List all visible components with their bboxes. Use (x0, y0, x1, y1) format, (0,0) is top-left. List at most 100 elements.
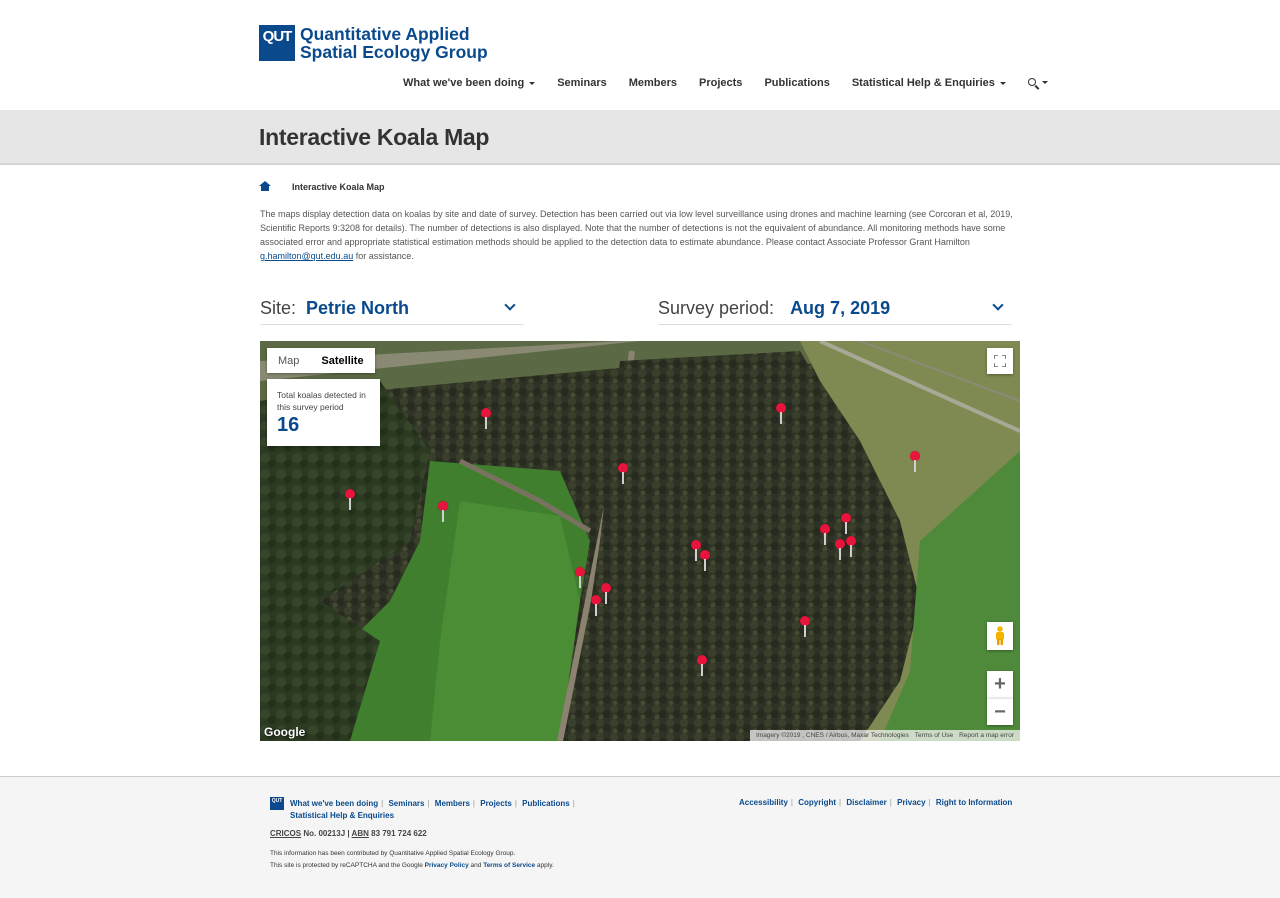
map-type-toggle: Map Satellite (267, 348, 375, 373)
koala-detection-marker[interactable] (481, 408, 491, 430)
footer-link-right-to-information[interactable]: Right to Information (936, 798, 1012, 807)
terms-of-use-link[interactable]: Terms of Use (915, 732, 953, 739)
cricos-label: CRICOS (270, 829, 302, 838)
nav-label: Projects (699, 77, 743, 89)
site-select[interactable]: Site: Petrie North (260, 293, 524, 325)
footer-nav-links: What we've been doing | Seminars | Members… (290, 799, 575, 820)
nav-label: What we've been doing (403, 77, 525, 89)
nav-label: Publications (764, 77, 830, 89)
footer-link-members[interactable]: Members (435, 799, 470, 808)
footer-legal-links: Accessibility | Copyright | Disclaimer | Pr… (739, 798, 1013, 807)
site-label: Site: (260, 298, 297, 318)
footer-link-privacy[interactable]: Privacy (897, 798, 925, 807)
koala-detection-marker[interactable] (697, 655, 707, 677)
koala-detection-marker[interactable] (910, 451, 920, 473)
abn-number: 83 791 724 622 (368, 829, 427, 838)
cricos-abn: CRICOS No. 00213J | ABN 83 791 724 622 (270, 829, 427, 838)
nav-label: Seminars (557, 77, 607, 89)
map-type-satellite-button[interactable]: Satellite (310, 348, 374, 373)
koala-detection-marker[interactable] (618, 463, 628, 485)
page-title: Interactive Koala Map (259, 124, 490, 150)
footer-link-accessibility[interactable]: Accessibility (739, 798, 788, 807)
koala-count-panel: Total koalas detected in this survey per… (267, 379, 380, 446)
site-header: QUT Quantitative Applied Spatial Ecology… (0, 0, 1280, 110)
nav-item-what-weve-been-doing[interactable]: What we've been doing (403, 77, 536, 89)
report-map-error-link[interactable]: Report a map error (959, 732, 1014, 739)
nav-item-statistical-help[interactable]: Statistical Help & Enquiries (852, 77, 1006, 89)
footer-link-what-weve-been-doing[interactable]: What we've been doing (290, 799, 378, 808)
intro-text: The maps display detection data on koala… (260, 207, 1025, 263)
survey-period-value: Aug 7, 2019 (790, 298, 891, 318)
abn-label: ABN (351, 829, 369, 838)
koala-detection-marker[interactable] (438, 501, 448, 523)
koala-map[interactable]: Map Satellite Total koalas detected in t… (260, 341, 1020, 741)
footer-recaptcha-note: This site is protected by reCAPTCHA and … (270, 862, 554, 869)
koala-detection-marker[interactable] (841, 513, 851, 535)
search-toggle[interactable] (1027, 75, 1048, 89)
site-logo[interactable]: QUT Quantitative Applied Spatial Ecology… (259, 25, 488, 61)
privacy-policy-link[interactable]: Privacy Policy (425, 862, 469, 869)
zoom-in-button[interactable]: + (987, 671, 1013, 698)
site-value: Petrie North (306, 298, 410, 318)
map-type-map-button[interactable]: Map (267, 348, 310, 373)
caret-down-icon (1041, 80, 1048, 84)
title-band: Interactive Koala Map (0, 110, 1280, 165)
nav-item-members[interactable]: Members (629, 77, 677, 89)
footer-link-projects[interactable]: Projects (480, 799, 512, 808)
caret-down-icon (529, 81, 536, 85)
footer-contribution-note: This information has been contributed by… (270, 850, 516, 857)
search-icon (1027, 78, 1036, 86)
zoom-out-button[interactable]: − (987, 698, 1013, 725)
footer-link-statistical-help[interactable]: Statistical Help & Enquiries (290, 811, 394, 820)
pegman-icon (996, 626, 1004, 645)
koala-count-value: 16 (277, 414, 300, 436)
survey-period-label: Survey period: (658, 298, 775, 318)
footer-qut-logo[interactable]: QUT (270, 797, 284, 810)
main-nav: What we've been doing Seminars Members P… (403, 77, 1070, 89)
chevron-down-icon (504, 299, 516, 311)
intro-part1: The maps display detection data on koala… (260, 209, 1013, 247)
street-view-pegman[interactable] (987, 622, 1013, 650)
contact-email-link[interactable]: g.hamilton@qut.edu.au (260, 251, 353, 261)
footer-link-copyright[interactable]: Copyright (798, 798, 836, 807)
site-name-line2: Spatial Ecology Group (300, 42, 488, 62)
koala-count-label: Total koalas detected in this survey per… (277, 390, 366, 412)
footer-link-disclaimer[interactable]: Disclaimer (846, 798, 886, 807)
site-name-line1: Quantitative Applied (300, 24, 470, 44)
survey-period-select[interactable]: Survey period: Aug 7, 2019 (658, 293, 1012, 325)
footer-link-seminars[interactable]: Seminars (388, 799, 424, 808)
koala-detection-marker[interactable] (776, 403, 786, 425)
caret-down-icon (999, 81, 1006, 85)
site-footer: QUT What we've been doing | Seminars | Mem… (0, 776, 1280, 898)
fullscreen-button[interactable] (987, 348, 1013, 374)
koala-detection-marker[interactable] (345, 489, 355, 511)
imagery-credit: Imagery ©2019 , CNES / Airbus, Maxar Tec… (755, 732, 909, 739)
koala-detection-marker[interactable] (820, 524, 830, 546)
koala-detection-marker[interactable] (601, 583, 611, 605)
koala-detection-marker[interactable] (800, 616, 810, 638)
breadcrumb: Interactive Koala Map (259, 181, 385, 192)
nav-label: Members (628, 77, 678, 89)
map-attribution: Imagery ©2019 , CNES / Airbus, Maxar Tec… (749, 730, 1020, 741)
nav-label: Statistical Help & Enquiries (851, 77, 995, 89)
recaptcha-post: apply. (535, 862, 554, 869)
nav-item-projects[interactable]: Projects (699, 77, 742, 89)
koala-detection-marker[interactable] (575, 567, 585, 589)
google-logo: Google (264, 725, 306, 739)
recaptcha-and: and (468, 862, 484, 869)
intro-part2: for assistance. (353, 251, 414, 261)
breadcrumb-current: Interactive Koala Map (292, 181, 385, 192)
recaptcha-pre: This site is protected by reCAPTCHA and … (270, 862, 425, 869)
nav-item-publications[interactable]: Publications (764, 77, 829, 89)
chevron-down-icon (992, 299, 1004, 311)
koala-detection-marker[interactable] (835, 539, 845, 561)
koala-detection-marker[interactable] (846, 536, 856, 558)
home-icon[interactable] (259, 181, 271, 192)
qut-logo-mark: QUT (259, 25, 295, 61)
footer-link-publications[interactable]: Publications (522, 799, 570, 808)
cricos-number: No. 00213J | (301, 829, 352, 838)
terms-of-service-link[interactable]: Terms of Service (483, 862, 535, 869)
nav-item-seminars[interactable]: Seminars (557, 77, 607, 89)
koala-detection-marker[interactable] (700, 550, 710, 572)
koala-detection-marker[interactable] (591, 595, 601, 617)
